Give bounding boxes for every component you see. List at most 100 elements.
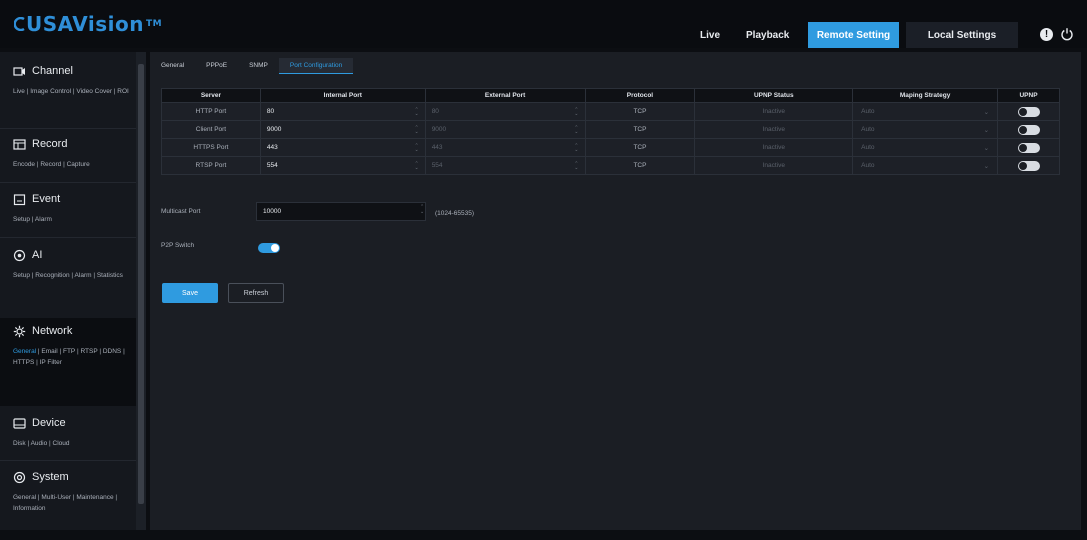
sidebar-group-links[interactable]: Disk | Audio | Cloud <box>0 438 136 449</box>
tab-general[interactable]: General <box>150 58 195 74</box>
external-port-input: 9000 <box>431 126 447 133</box>
table-header-row: Server Internal Port External Port Proto… <box>161 88 1060 103</box>
external-port-cell: 80 ⌃ ⌄ <box>424 102 586 121</box>
logo: USAVision TM <box>14 12 162 36</box>
internal-port-cell[interactable]: 80 ⌃ ⌄ <box>259 102 426 121</box>
help-icon[interactable]: ! <box>1040 28 1053 41</box>
upnp-toggle[interactable] <box>1017 160 1040 171</box>
p2p-switch-toggle[interactable] <box>258 243 280 253</box>
internal-port-input[interactable]: 554 <box>267 162 278 169</box>
internal-port-stepper[interactable]: ⌃ ⌄ <box>414 125 418 134</box>
device-icon <box>13 417 26 429</box>
sidebar-group-title: Record <box>32 138 68 150</box>
sidebar-group-ai[interactable]: AI Setup | Recognition | Alarm | Statist… <box>0 246 136 281</box>
external-port-input: 80 <box>431 108 439 115</box>
multicast-port-label: Multicast Port <box>161 208 201 215</box>
internal-port-cell[interactable]: 554 ⌃ ⌄ <box>259 156 426 175</box>
internal-port-input[interactable]: 80 <box>267 108 274 115</box>
sidebar-group-event[interactable]: Event Setup | Alarm <box>0 190 136 225</box>
protocol-value: TCP <box>633 126 647 133</box>
mapping-strategy-cell: Auto ⌄ <box>852 138 999 157</box>
toggle-knob <box>1018 161 1027 170</box>
upnp-toggle[interactable] <box>1017 106 1040 117</box>
multicast-port-range: (1024-65535) <box>435 210 475 217</box>
internal-port-input[interactable]: 9000 <box>267 126 281 133</box>
tab-port-configuration[interactable]: Port Configuration <box>278 58 354 74</box>
internal-port-cell[interactable]: 443 ⌃ ⌄ <box>259 138 426 157</box>
sidebar-group-links[interactable]: Setup | Recognition | Alarm | Statistics <box>0 270 136 281</box>
protocol-value: TCP <box>633 108 647 115</box>
nav-local-settings[interactable]: Local Settings <box>906 22 1018 48</box>
mapping-strategy-cell: Auto ⌄ <box>852 120 999 139</box>
multicast-port-input[interactable]: 10000 <box>256 202 426 221</box>
sidebar-link-general-active[interactable]: General <box>13 348 36 355</box>
protocol-cell: TCP <box>584 102 696 121</box>
sidebar-group-record[interactable]: Record Encode | Record | Capture <box>0 135 136 170</box>
sidebar-group-channel[interactable]: Channel Live | Image Control | Video Cov… <box>0 62 136 97</box>
sidebar-group-title: System <box>32 471 69 483</box>
sidebar-group-network[interactable]: Network General | Email | FTP | RTSP | D… <box>0 322 136 368</box>
nav-remote-setting[interactable]: Remote Setting <box>808 22 899 48</box>
network-icon <box>13 325 26 337</box>
external-port-cell: 443 ⌃ ⌄ <box>424 138 586 157</box>
logo-text: USAVision <box>26 12 144 36</box>
sidebar-divider <box>0 237 136 238</box>
sidebar-group-links[interactable]: Live | Image Control | Video Cover | ROI <box>0 86 136 97</box>
upnp-toggle-cell[interactable] <box>997 138 1060 157</box>
multicast-port-stepper[interactable]: ⌃ ⌄ <box>420 205 424 215</box>
record-icon <box>13 138 26 150</box>
sidebar-group-links[interactable]: General | Email | FTP | RTSP | DDNS | HT… <box>0 346 136 368</box>
sidebar-group-title: Channel <box>32 65 73 77</box>
protocol-cell: TCP <box>584 138 696 157</box>
nav-playback[interactable]: Playback <box>746 30 789 41</box>
mapping-strategy-select: Auto <box>861 108 875 115</box>
sidebar <box>0 52 146 530</box>
external-port-stepper: ⌃ ⌄ <box>574 160 579 171</box>
sidebar-group-device[interactable]: Device Disk | Audio | Cloud <box>0 414 136 449</box>
sidebar-divider <box>0 128 136 129</box>
server-cell: RTSP Port <box>161 156 261 175</box>
server-cell: HTTPS Port <box>161 138 261 157</box>
sidebar-group-links[interactable]: General | Multi-User | Maintenance | Inf… <box>0 492 136 514</box>
sidebar-group-title: Event <box>32 193 61 205</box>
upnp-toggle-cell[interactable] <box>997 120 1060 139</box>
nav-live[interactable]: Live <box>700 30 720 41</box>
logo-swoosh-icon <box>14 17 25 31</box>
sidebar-scrollbar-thumb[interactable] <box>138 64 144 504</box>
channel-icon <box>13 66 25 76</box>
upnp-toggle[interactable] <box>1017 124 1040 135</box>
upnp-status-cell: Inactive <box>694 102 854 121</box>
tab-snmp[interactable]: SNMP <box>238 58 279 74</box>
refresh-button[interactable]: Refresh <box>228 283 284 303</box>
internal-port-cell[interactable]: 9000 ⌃ ⌄ <box>259 120 426 139</box>
table-row: RTSP Port 554 ⌃ ⌄ 554 ⌃ ⌄ TCP Inactive Auto ⌄ <box>161 156 1060 175</box>
logo-trademark: TM <box>146 19 163 29</box>
sidebar-group-system[interactable]: System General | Multi-User | Maintenanc… <box>0 468 136 514</box>
internal-port-stepper[interactable]: ⌃ ⌄ <box>414 107 418 116</box>
table-row: HTTPS Port 443 ⌃ ⌄ 443 ⌃ ⌄ TCP Inactive Auto ⌄ <box>161 138 1060 157</box>
tab-bar: General PPPoE SNMP Port Configuration <box>150 58 354 74</box>
toggle-knob <box>1018 107 1027 116</box>
internal-port-stepper[interactable]: ⌃ ⌄ <box>414 161 418 170</box>
internal-port-input[interactable]: 443 <box>267 144 278 151</box>
tab-pppoe[interactable]: PPPoE <box>195 58 238 74</box>
upnp-status-value: Inactive <box>762 144 785 151</box>
server-name: Client Port <box>195 126 227 133</box>
column-header: External Port <box>424 88 586 103</box>
save-button[interactable]: Save <box>162 283 218 303</box>
external-port-input: 554 <box>431 162 443 169</box>
upnp-toggle[interactable] <box>1017 142 1040 153</box>
power-icon[interactable] <box>1060 27 1074 41</box>
external-port-stepper: ⌃ ⌄ <box>574 142 579 153</box>
protocol-cell: TCP <box>584 156 696 175</box>
sidebar-group-links[interactable]: Encode | Record | Capture <box>0 159 136 170</box>
server-name: HTTP Port <box>195 108 227 115</box>
upnp-toggle-cell[interactable] <box>997 102 1060 121</box>
internal-port-stepper[interactable]: ⌃ ⌄ <box>414 143 418 152</box>
sidebar-group-links[interactable]: Setup | Alarm <box>0 214 136 225</box>
protocol-value: TCP <box>633 162 647 169</box>
external-port-input: 443 <box>431 144 443 151</box>
upnp-toggle-cell[interactable] <box>997 156 1060 175</box>
external-port-stepper: ⌃ ⌄ <box>574 124 579 135</box>
p2p-switch-label: P2P Switch <box>161 242 195 249</box>
